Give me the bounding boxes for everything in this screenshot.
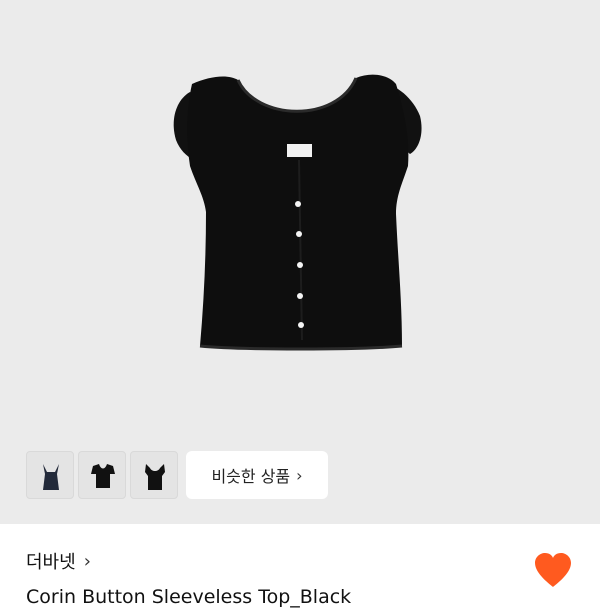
chevron-right-icon: ›: [83, 550, 91, 572]
similar-products-button[interactable]: 비슷한 상품 ›: [186, 451, 328, 499]
black-ruffle-top-icon: [145, 464, 165, 490]
chevron-right-icon: ›: [296, 465, 303, 485]
similar-products-label: 비슷한 상품: [211, 467, 291, 486]
thumbnail-black-puff-top[interactable]: [78, 451, 126, 499]
product-title: Corin Button Sleeveless Top_Black: [26, 586, 352, 608]
brand-link[interactable]: 더바넷 ›: [26, 548, 91, 574]
heart-icon[interactable]: [532, 550, 574, 590]
product-image-area[interactable]: 비슷한 상품 ›: [0, 0, 600, 524]
product-photo-black-top: [173, 74, 422, 351]
thumbnail-strip: 비슷한 상품 ›: [26, 451, 328, 499]
black-puff-top-icon: [91, 464, 115, 488]
thumbnail-black-ruffle-top[interactable]: [130, 451, 178, 499]
thumbnail-navy-camisole[interactable]: [26, 451, 74, 499]
brand-name: 더바넷: [26, 552, 76, 573]
navy-camisole-icon: [43, 464, 59, 490]
